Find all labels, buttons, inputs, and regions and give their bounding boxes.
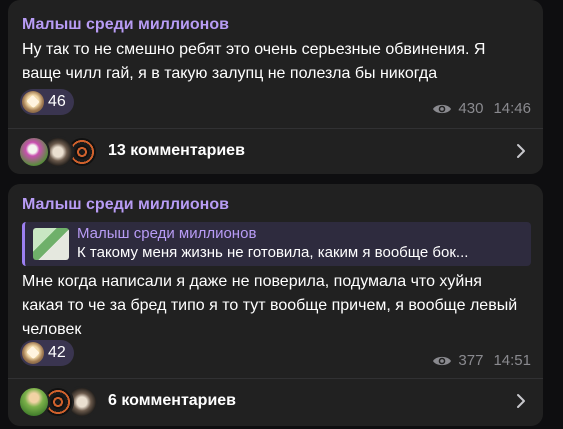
view-count: 377 [458, 352, 484, 369]
post-meta: 377 14:51 [432, 352, 531, 369]
reply-quote[interactable]: Малыш среди миллионов К такому меня жизн… [22, 222, 531, 266]
reaction-button[interactable]: 42 [20, 340, 74, 366]
reaction-button[interactable]: 46 [20, 89, 74, 115]
eye-icon [433, 356, 452, 365]
view-count: 430 [458, 100, 484, 117]
avatar [18, 386, 50, 418]
post-text: Ну так то не смешно ребят это очень серь… [22, 41, 486, 82]
reply-text: К такому меня жизнь не готовила, каким я… [77, 244, 469, 261]
post-time: 14:51 [493, 352, 531, 369]
chevron-right-icon [517, 394, 525, 408]
avatar [18, 136, 50, 168]
heart-hands-emoji-icon [22, 342, 44, 364]
chevron-right-icon [517, 144, 525, 158]
post-author[interactable]: Малыш среди миллионов [22, 196, 229, 214]
post-time: 14:46 [493, 100, 531, 117]
post-author[interactable]: Малыш среди миллионов [22, 16, 229, 34]
comments-button[interactable]: 6 комментариев [8, 379, 543, 423]
post-card: Малыш среди миллионов Малыш среди миллио… [8, 184, 543, 426]
post-card: Малыш среди миллионов Ну так то не смешн… [8, 0, 543, 174]
eye-icon [433, 104, 452, 113]
commenter-avatars [18, 136, 98, 168]
comments-count-label: 13 комментариев [108, 142, 245, 159]
comments-button[interactable]: 13 комментариев [8, 129, 543, 173]
comments-count-label: 6 комментариев [108, 392, 237, 409]
heart-hands-emoji-icon [22, 91, 44, 113]
reply-author: Малыш среди миллионов [77, 225, 257, 242]
reaction-count: 46 [48, 93, 66, 110]
post-text: Мне когда написали я даже не поверила, п… [22, 273, 518, 338]
commenter-avatars [18, 386, 98, 418]
reaction-count: 42 [48, 344, 66, 361]
post-meta: 430 14:46 [432, 100, 531, 117]
reply-thumbnail [33, 228, 69, 260]
